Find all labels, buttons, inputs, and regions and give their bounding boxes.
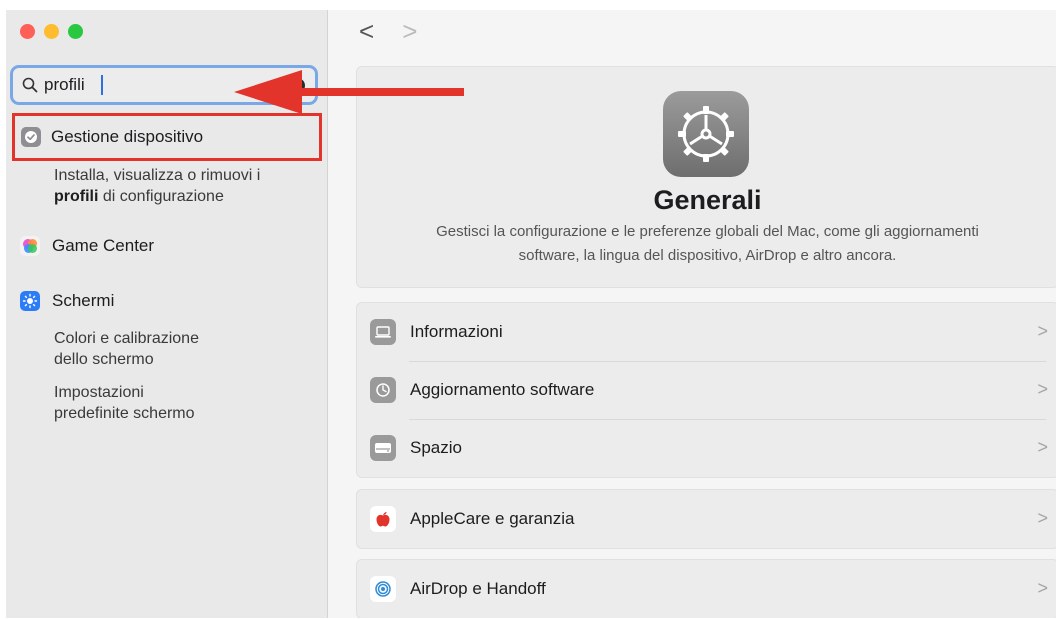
page-title: Generali [653, 185, 762, 215]
storage-drive-icon [370, 435, 396, 461]
search-input[interactable] [44, 75, 224, 95]
settings-row-spazio[interactable]: Spazio > [357, 419, 1056, 477]
description-line: Gestisci la configurazione e le preferen… [436, 223, 979, 240]
sub-text: Impostazioni [54, 384, 144, 401]
zoom-window-button[interactable] [68, 24, 83, 39]
sub-text: Colori e calibrazione [54, 330, 199, 347]
gear-icon [663, 91, 749, 177]
result-sub-impostazioni[interactable]: Impostazioni predefinite schermo [54, 382, 195, 424]
result-game-center[interactable]: Game Center [20, 236, 154, 256]
airdrop-icon [370, 576, 396, 602]
result-schermi[interactable]: Schermi [20, 291, 114, 311]
settings-row-applecare[interactable]: AppleCare e garanzia > [357, 490, 1056, 548]
settings-row-aggiornamento-software[interactable]: Aggiornamento software > [357, 361, 1056, 419]
back-button[interactable]: < [359, 18, 374, 44]
settings-window: Gestione dispositivo Installa, visualizz… [6, 10, 1056, 618]
page-description: Gestisci la configurazione e le preferen… [357, 220, 1056, 268]
search-icon [21, 76, 39, 94]
chevron-right-icon: > [1037, 508, 1048, 528]
row-label: Spazio [410, 438, 462, 457]
checkmark-badge-icon [21, 127, 41, 147]
result-gestione-dispositivo[interactable]: Gestione dispositivo [12, 113, 322, 161]
result-sub-colori[interactable]: Colori e calibrazione dello schermo [54, 328, 199, 370]
sub-text: Installa, visualizza o rimuovi i [54, 167, 261, 184]
minimize-window-button[interactable] [44, 24, 59, 39]
laptop-icon [370, 319, 396, 345]
settings-group-general: Informazioni > Aggiornamento software > … [356, 302, 1056, 478]
annotation-arrow-icon [234, 70, 464, 114]
apple-logo-icon [370, 506, 396, 532]
row-label: Informazioni [410, 322, 503, 341]
sub-text: predefinite schermo [54, 405, 195, 422]
result-label: Game Center [52, 236, 155, 255]
chevron-right-icon: > [1037, 321, 1048, 341]
sun-icon [20, 291, 40, 311]
text-caret [101, 75, 103, 95]
window-controls [20, 24, 83, 39]
close-window-button[interactable] [20, 24, 35, 39]
result-label: Schermi [52, 291, 115, 310]
chevron-right-icon: > [1037, 379, 1048, 399]
sub-highlight: profili [54, 188, 99, 205]
result-sub-profili[interactable]: Installa, visualizza o rimuovi i profili… [54, 165, 260, 207]
software-update-gear-icon [370, 377, 396, 403]
sub-text: dello schermo [54, 351, 154, 368]
navigation-buttons: < > [359, 18, 417, 44]
description-line: software, la lingua del dispositivo, Air… [518, 247, 897, 264]
row-label: Aggiornamento software [410, 380, 595, 399]
chevron-right-icon: > [1037, 578, 1048, 598]
result-label: Gestione dispositivo [51, 127, 204, 146]
game-center-icon [20, 236, 40, 256]
row-label: AppleCare e garanzia [410, 509, 575, 528]
settings-row-airdrop-handoff[interactable]: AirDrop e Handoff > [357, 560, 1056, 618]
sub-text: di configurazione [98, 188, 224, 205]
settings-row-informazioni[interactable]: Informazioni > [357, 303, 1056, 361]
row-label: AirDrop e Handoff [410, 579, 546, 598]
forward-button[interactable]: > [402, 18, 417, 44]
settings-group-applecare: AppleCare e garanzia > [356, 489, 1056, 549]
chevron-right-icon: > [1037, 437, 1048, 457]
settings-group-airdrop: AirDrop e Handoff > [356, 559, 1056, 618]
